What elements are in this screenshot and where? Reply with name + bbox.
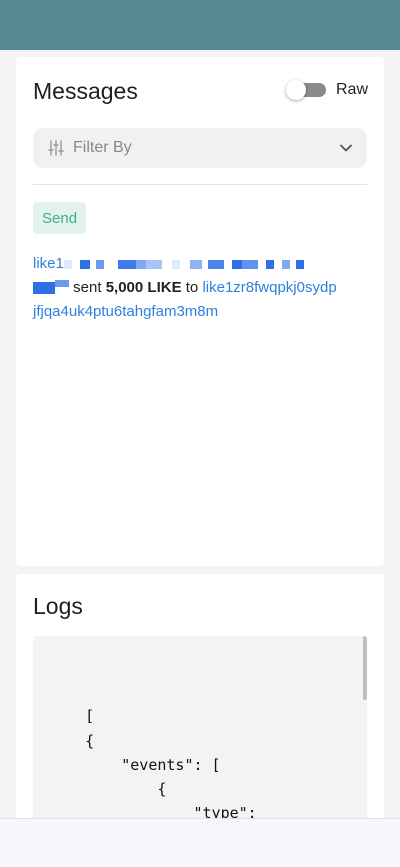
logs-title: Logs bbox=[33, 593, 83, 619]
scrollbar-thumb[interactable] bbox=[363, 636, 367, 700]
chevron-down-icon bbox=[339, 141, 353, 155]
message-text: like1 sent 5,000 LIKE to like1zr8fwqpkj0… bbox=[33, 252, 373, 324]
messages-title: Messages bbox=[33, 78, 138, 104]
bottom-navigation-bar bbox=[0, 818, 400, 867]
filter-placeholder: Filter By bbox=[73, 139, 132, 156]
divider bbox=[33, 184, 367, 185]
raw-toggle[interactable]: Raw bbox=[285, 80, 368, 100]
amount: 5,000 LIKE bbox=[105, 279, 182, 297]
sliders-icon bbox=[47, 139, 65, 157]
recipient-address-link-cont[interactable]: jfjqa4uk4ptu6tahgfam3m8m bbox=[33, 303, 218, 320]
filter-by-select[interactable]: Filter By bbox=[33, 128, 367, 168]
logs-json-text: [ { "events": [ { "type": "coin_received… bbox=[49, 707, 257, 834]
recipient-address-link[interactable]: like1zr8fwqpkj0sydp bbox=[202, 279, 336, 296]
sent-verb: sent bbox=[73, 279, 102, 297]
toggle-knob bbox=[285, 80, 306, 100]
redacted-address-pixels bbox=[33, 276, 69, 300]
send-badge: Send bbox=[33, 202, 87, 234]
raw-label: Raw bbox=[335, 81, 368, 98]
to-preposition: to bbox=[185, 279, 199, 297]
logs-json-viewer[interactable]: [ { "events": [ { "type": "coin_received… bbox=[33, 636, 367, 834]
logs-card: Logs [ { "events": [ { "type": "coin_rec… bbox=[16, 574, 384, 834]
top-app-bar bbox=[0, 0, 400, 50]
sender-address-link[interactable]: like1 bbox=[33, 255, 64, 272]
redacted-address-pixels bbox=[63, 252, 304, 276]
messages-card: Messages Raw Filter By Send like1 sent 5… bbox=[16, 57, 384, 566]
toggle-switch[interactable] bbox=[285, 80, 326, 100]
